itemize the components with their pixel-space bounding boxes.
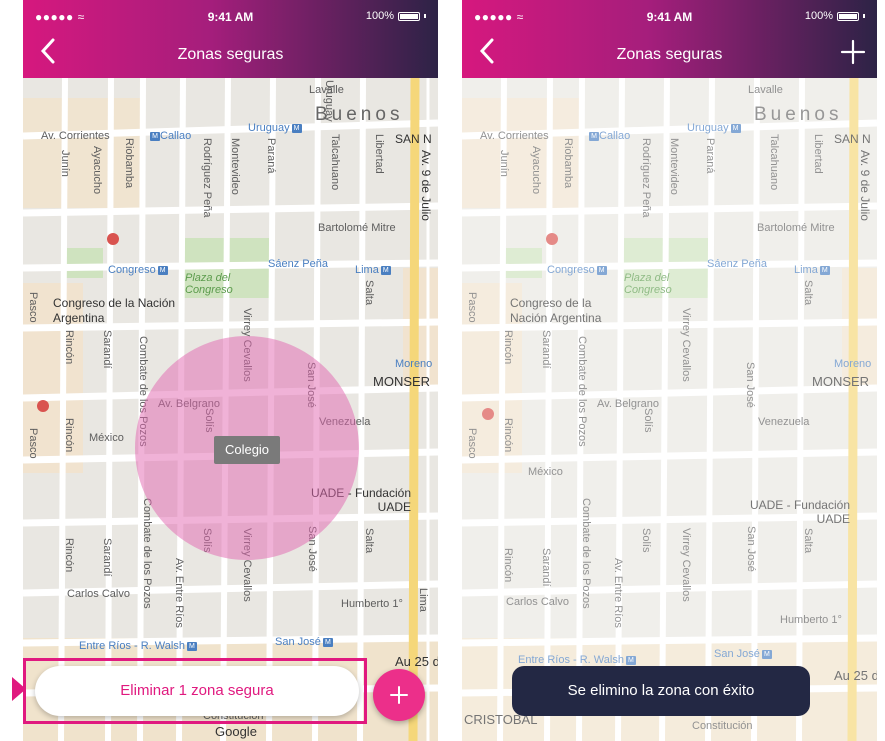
map-label: Lima M: [355, 264, 391, 276]
battery-indicator: 100%: [805, 10, 865, 22]
map-label: Rincón: [63, 538, 75, 573]
battery-icon: [837, 11, 859, 21]
map-label: Entre Ríos - R. Walsh M: [79, 640, 197, 652]
map-label: Carlos Calvo: [67, 588, 130, 600]
map-label: Rincón: [63, 330, 75, 365]
map-label: Paraná: [265, 138, 277, 174]
success-toast: Se elimino la zona con éxito: [512, 666, 810, 716]
map-label: MONSER: [373, 374, 431, 389]
map-label: Talcahuano: [329, 134, 341, 191]
map-label: Riobamba: [123, 138, 135, 189]
map-label: Sarandí: [101, 330, 113, 369]
map-view[interactable]: Lavalle Uruguay Buenos SAN N Av. Corrien…: [23, 78, 438, 741]
map-label: Congreso M: [108, 264, 168, 276]
plus-icon: [390, 686, 408, 704]
battery-percent: 100%: [365, 10, 394, 22]
map-label: San José M: [275, 636, 333, 648]
map-label: Montevideo: [229, 138, 241, 195]
add-zone-button[interactable]: [839, 38, 867, 66]
map-label: Av. Corrientes: [41, 130, 110, 142]
map-label: Salta: [363, 528, 375, 554]
map-label: Bartolomé Mitre: [318, 222, 396, 234]
google-logo: Google: [215, 724, 257, 739]
map-label: Sarandí: [101, 538, 113, 577]
status-bar: ●●●●● ≈ 9:41 AM 100%: [462, 10, 877, 24]
map-label: Humberto 1°: [341, 598, 403, 610]
map-label: México: [89, 432, 124, 444]
map-label: Ayacucho: [91, 146, 103, 195]
phone-screen-zones-deleted: ●●●●● ≈ 9:41 AM 100% Zonas seguras Laval…: [462, 0, 877, 741]
nav-header: ●●●●● ≈ 9:41 AM 100% Zonas seguras: [462, 0, 877, 78]
plus-icon: [840, 39, 866, 65]
nav-header: ●●●●● ≈ 9:41 AM 100% Zonas seguras: [23, 0, 438, 78]
map-label: Rincón: [63, 418, 75, 453]
battery-indicator: 100%: [366, 10, 426, 22]
map-label: Libertad: [373, 134, 385, 174]
battery-percent: 100%: [804, 10, 833, 22]
battery-icon: [398, 11, 420, 21]
map-label: Pasco: [27, 428, 39, 459]
map-label: Junín: [59, 150, 71, 177]
map-dim-overlay: [462, 78, 877, 741]
safe-zone-label[interactable]: Colegio: [214, 436, 280, 464]
delete-zone-button[interactable]: Eliminar 1 zona segura: [35, 666, 359, 716]
map-label: Av. 9 de Julio: [419, 150, 433, 221]
add-zone-button[interactable]: [373, 669, 425, 721]
map-label: Combate de los Pozos: [141, 498, 153, 609]
map-label: Plaza del Congreso: [185, 272, 233, 296]
map-label: Uruguay M: [248, 122, 302, 134]
map-label: Sáenz Peña: [268, 258, 328, 270]
map-label: Buenos: [315, 104, 404, 125]
map-label: SAN N: [395, 132, 432, 146]
map-label: Au 25 d: [395, 654, 438, 669]
map-label: Av. Entre Ríos: [173, 558, 185, 628]
map-label: Lima: [417, 588, 429, 612]
phone-screen-zones: ●●●●● ≈ 9:41 AM 100% Zonas seguras Laval…: [23, 0, 438, 741]
map-label: Congreso de la Nación Argentina: [53, 296, 176, 325]
page-title: Zonas seguras: [616, 46, 723, 63]
hospital-icon: [37, 400, 49, 412]
map-label: Pasco: [27, 292, 39, 323]
pointer-arrow-icon: [12, 677, 26, 701]
map-label: Salta: [363, 280, 375, 306]
map-label: M Callao: [148, 130, 191, 142]
status-bar: ●●●●● ≈ 9:41 AM 100%: [23, 10, 438, 24]
map-label: Moreno: [395, 358, 433, 370]
hospital-icon: [107, 233, 119, 245]
map-label: Rodríguez Peña: [201, 138, 213, 218]
page-title: Zonas seguras: [177, 46, 284, 63]
